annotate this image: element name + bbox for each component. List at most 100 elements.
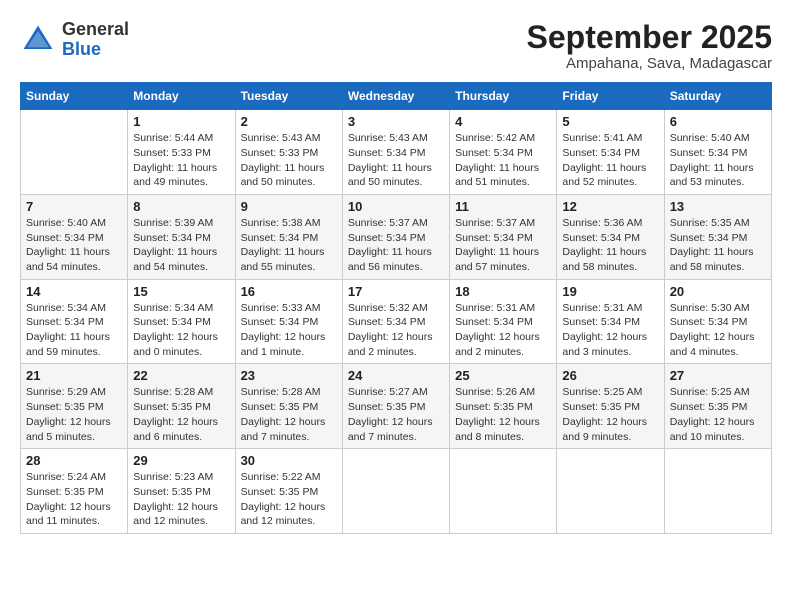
day-info: Sunrise: 5:31 AM Sunset: 5:34 PM Dayligh…	[562, 301, 658, 360]
calendar-cell	[664, 449, 771, 534]
calendar-cell: 30Sunrise: 5:22 AM Sunset: 5:35 PM Dayli…	[235, 449, 342, 534]
calendar-cell: 13 Sunrise: 5:35 AM Sunset: 5:34 PM Dayli…	[664, 194, 771, 279]
weekday-header-row: SundayMondayTuesdayWednesdayThursdayFrid…	[21, 83, 772, 110]
day-number: 12	[562, 199, 658, 214]
month-title: September 2025	[527, 20, 772, 55]
day-number: 26	[562, 368, 658, 383]
calendar-cell: 7 Sunrise: 5:40 AM Sunset: 5:34 PM Daylig…	[21, 194, 128, 279]
day-info: Sunrise: 5:26 AM Sunset: 5:35 PM Dayligh…	[455, 385, 551, 444]
day-number: 19	[562, 284, 658, 299]
calendar-cell: 21Sunrise: 5:29 AM Sunset: 5:35 PM Dayli…	[21, 364, 128, 449]
calendar-cell: 2 Sunrise: 5:43 AM Sunset: 5:33 PM Daylig…	[235, 110, 342, 195]
calendar-cell: 8 Sunrise: 5:39 AM Sunset: 5:34 PM Daylig…	[128, 194, 235, 279]
day-info: Sunrise: 5:30 AM Sunset: 5:34 PM Dayligh…	[670, 301, 766, 360]
calendar-cell: 23 Sunrise: 5:28 AM Sunset: 5:35 PM Dayli…	[235, 364, 342, 449]
day-info: Sunrise: 5:27 AM Sunset: 5:35 PM Dayligh…	[348, 385, 444, 444]
calendar-week-2: 7 Sunrise: 5:40 AM Sunset: 5:34 PM Daylig…	[21, 194, 772, 279]
weekday-header-thursday: Thursday	[450, 83, 557, 110]
day-info: Sunrise: 5:38 AM Sunset: 5:34 PM Dayligh…	[241, 216, 337, 275]
calendar-week-1: 1Sunrise: 5:44 AM Sunset: 5:33 PM Daylig…	[21, 110, 772, 195]
calendar-cell: 27 Sunrise: 5:25 AM Sunset: 5:35 PM Dayli…	[664, 364, 771, 449]
day-number: 16	[241, 284, 337, 299]
day-info: Sunrise: 5:43 AM Sunset: 5:33 PM Dayligh…	[241, 131, 337, 190]
day-number: 25	[455, 368, 551, 383]
calendar-cell	[21, 110, 128, 195]
calendar-cell: 18 Sunrise: 5:31 AM Sunset: 5:34 PM Dayli…	[450, 279, 557, 364]
day-number: 20	[670, 284, 766, 299]
calendar-cell: 10Sunrise: 5:37 AM Sunset: 5:34 PM Dayli…	[342, 194, 449, 279]
weekday-header-friday: Friday	[557, 83, 664, 110]
day-number: 24	[348, 368, 444, 383]
calendar-cell	[342, 449, 449, 534]
calendar-cell: 11Sunrise: 5:37 AM Sunset: 5:34 PM Dayli…	[450, 194, 557, 279]
day-number: 23	[241, 368, 337, 383]
day-info: Sunrise: 5:40 AM Sunset: 5:34 PM Dayligh…	[670, 131, 766, 190]
day-info: Sunrise: 5:31 AM Sunset: 5:34 PM Dayligh…	[455, 301, 551, 360]
day-info: Sunrise: 5:28 AM Sunset: 5:35 PM Dayligh…	[133, 385, 229, 444]
day-info: Sunrise: 5:37 AM Sunset: 5:34 PM Dayligh…	[455, 216, 551, 275]
page-header: General Blue September 2025 Ampahana, Sa…	[20, 20, 772, 72]
day-info: Sunrise: 5:28 AM Sunset: 5:35 PM Dayligh…	[241, 385, 337, 444]
calendar-cell: 3 Sunrise: 5:43 AM Sunset: 5:34 PM Daylig…	[342, 110, 449, 195]
day-number: 9	[241, 199, 337, 214]
day-info: Sunrise: 5:44 AM Sunset: 5:33 PM Dayligh…	[133, 131, 229, 190]
day-info: Sunrise: 5:43 AM Sunset: 5:34 PM Dayligh…	[348, 131, 444, 190]
day-info: Sunrise: 5:24 AM Sunset: 5:35 PM Dayligh…	[26, 470, 122, 529]
day-info: Sunrise: 5:34 AM Sunset: 5:34 PM Dayligh…	[133, 301, 229, 360]
day-number: 15	[133, 284, 229, 299]
day-info: Sunrise: 5:25 AM Sunset: 5:35 PM Dayligh…	[670, 385, 766, 444]
calendar-cell: 24 Sunrise: 5:27 AM Sunset: 5:35 PM Dayli…	[342, 364, 449, 449]
location-subtitle: Ampahana, Sava, Madagascar	[527, 55, 772, 72]
logo-icon	[20, 22, 56, 58]
day-info: Sunrise: 5:35 AM Sunset: 5:34 PM Dayligh…	[670, 216, 766, 275]
day-number: 8	[133, 199, 229, 214]
logo-text: General Blue	[62, 20, 129, 60]
day-info: Sunrise: 5:29 AM Sunset: 5:35 PM Dayligh…	[26, 385, 122, 444]
calendar-cell: 5 Sunrise: 5:41 AM Sunset: 5:34 PM Daylig…	[557, 110, 664, 195]
calendar-cell: 26 Sunrise: 5:25 AM Sunset: 5:35 PM Dayli…	[557, 364, 664, 449]
day-number: 27	[670, 368, 766, 383]
day-info: Sunrise: 5:34 AM Sunset: 5:34 PM Dayligh…	[26, 301, 122, 360]
day-info: Sunrise: 5:39 AM Sunset: 5:34 PM Dayligh…	[133, 216, 229, 275]
calendar-cell: 19 Sunrise: 5:31 AM Sunset: 5:34 PM Dayli…	[557, 279, 664, 364]
calendar-cell: 6Sunrise: 5:40 AM Sunset: 5:34 PM Daylig…	[664, 110, 771, 195]
weekday-header-sunday: Sunday	[21, 83, 128, 110]
day-info: Sunrise: 5:41 AM Sunset: 5:34 PM Dayligh…	[562, 131, 658, 190]
day-number: 10	[348, 199, 444, 214]
day-number: 3	[348, 114, 444, 129]
calendar-cell: 15 Sunrise: 5:34 AM Sunset: 5:34 PM Dayli…	[128, 279, 235, 364]
calendar-table: SundayMondayTuesdayWednesdayThursdayFrid…	[20, 82, 772, 534]
day-info: Sunrise: 5:40 AM Sunset: 5:34 PM Dayligh…	[26, 216, 122, 275]
day-info: Sunrise: 5:42 AM Sunset: 5:34 PM Dayligh…	[455, 131, 551, 190]
weekday-header-saturday: Saturday	[664, 83, 771, 110]
day-info: Sunrise: 5:25 AM Sunset: 5:35 PM Dayligh…	[562, 385, 658, 444]
calendar-cell: 12Sunrise: 5:36 AM Sunset: 5:34 PM Dayli…	[557, 194, 664, 279]
day-number: 28	[26, 453, 122, 468]
day-number: 13	[670, 199, 766, 214]
day-info: Sunrise: 5:23 AM Sunset: 5:35 PM Dayligh…	[133, 470, 229, 529]
calendar-cell: 16 Sunrise: 5:33 AM Sunset: 5:34 PM Dayli…	[235, 279, 342, 364]
day-number: 5	[562, 114, 658, 129]
weekday-header-wednesday: Wednesday	[342, 83, 449, 110]
calendar-week-5: 28 Sunrise: 5:24 AM Sunset: 5:35 PM Dayli…	[21, 449, 772, 534]
calendar-cell: 20 Sunrise: 5:30 AM Sunset: 5:34 PM Dayli…	[664, 279, 771, 364]
day-number: 17	[348, 284, 444, 299]
day-info: Sunrise: 5:33 AM Sunset: 5:34 PM Dayligh…	[241, 301, 337, 360]
title-block: September 2025 Ampahana, Sava, Madagasca…	[527, 20, 772, 72]
calendar-cell	[557, 449, 664, 534]
day-info: Sunrise: 5:22 AM Sunset: 5:35 PM Dayligh…	[241, 470, 337, 529]
calendar-cell: 9 Sunrise: 5:38 AM Sunset: 5:34 PM Daylig…	[235, 194, 342, 279]
day-number: 18	[455, 284, 551, 299]
day-number: 7	[26, 199, 122, 214]
calendar-week-3: 14Sunrise: 5:34 AM Sunset: 5:34 PM Dayli…	[21, 279, 772, 364]
day-number: 2	[241, 114, 337, 129]
day-number: 4	[455, 114, 551, 129]
calendar-cell: 14Sunrise: 5:34 AM Sunset: 5:34 PM Dayli…	[21, 279, 128, 364]
calendar-cell: 17Sunrise: 5:32 AM Sunset: 5:34 PM Dayli…	[342, 279, 449, 364]
calendar-cell: 25 Sunrise: 5:26 AM Sunset: 5:35 PM Dayli…	[450, 364, 557, 449]
calendar-cell: 29 Sunrise: 5:23 AM Sunset: 5:35 PM Dayli…	[128, 449, 235, 534]
logo: General Blue	[20, 20, 129, 60]
day-number: 22	[133, 368, 229, 383]
weekday-header-monday: Monday	[128, 83, 235, 110]
day-number: 29	[133, 453, 229, 468]
